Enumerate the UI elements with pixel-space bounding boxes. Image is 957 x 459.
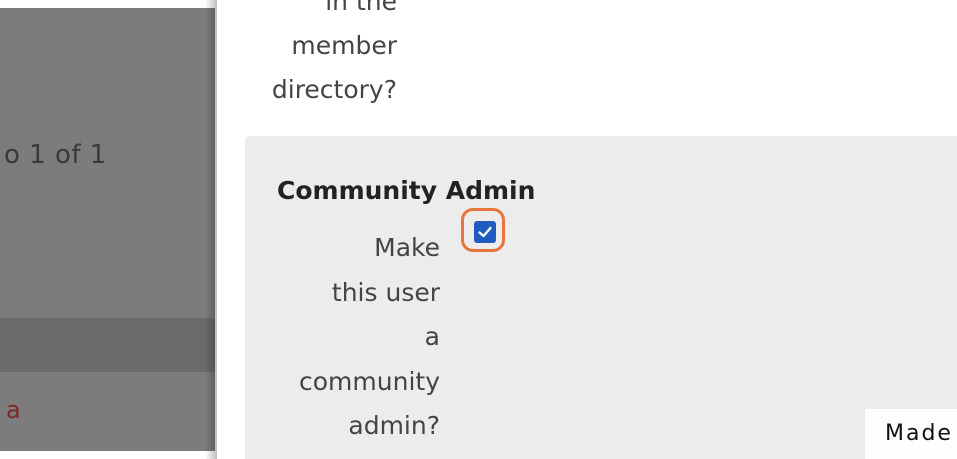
background-top-strip (0, 0, 215, 8)
description-line: community (299, 366, 440, 396)
description-line: admin? (348, 411, 440, 440)
description-line: this user (331, 277, 440, 307)
community-admin-checkbox[interactable] (474, 221, 496, 243)
directory-question-line-2: directory? (271, 75, 397, 104)
background-link-text: a (6, 396, 21, 424)
drawer-shadow (205, 0, 217, 459)
directory-question-label: in the member directory? (257, 0, 397, 112)
community-admin-title: Community Admin (277, 176, 536, 205)
background-bottom-strip (0, 451, 215, 459)
directory-question-clipped-line: in the (325, 0, 397, 16)
background-table-header (0, 318, 215, 372)
tango-watermark: Made with Tango.us (865, 409, 957, 459)
community-admin-section: Community Admin Make this user a communi… (245, 136, 957, 459)
background-page-overlay: o 1 of 1 a (0, 0, 215, 459)
community-admin-description: Make this user a community admin? (275, 226, 440, 449)
user-settings-drawer: in the member directory? Community Admin… (217, 0, 957, 459)
checkmark-icon (478, 226, 492, 238)
description-line: Make (374, 233, 440, 262)
directory-question-line-1: member (291, 31, 397, 60)
background-pagination-text: o 1 of 1 (4, 140, 107, 170)
description-line: a (424, 322, 440, 351)
